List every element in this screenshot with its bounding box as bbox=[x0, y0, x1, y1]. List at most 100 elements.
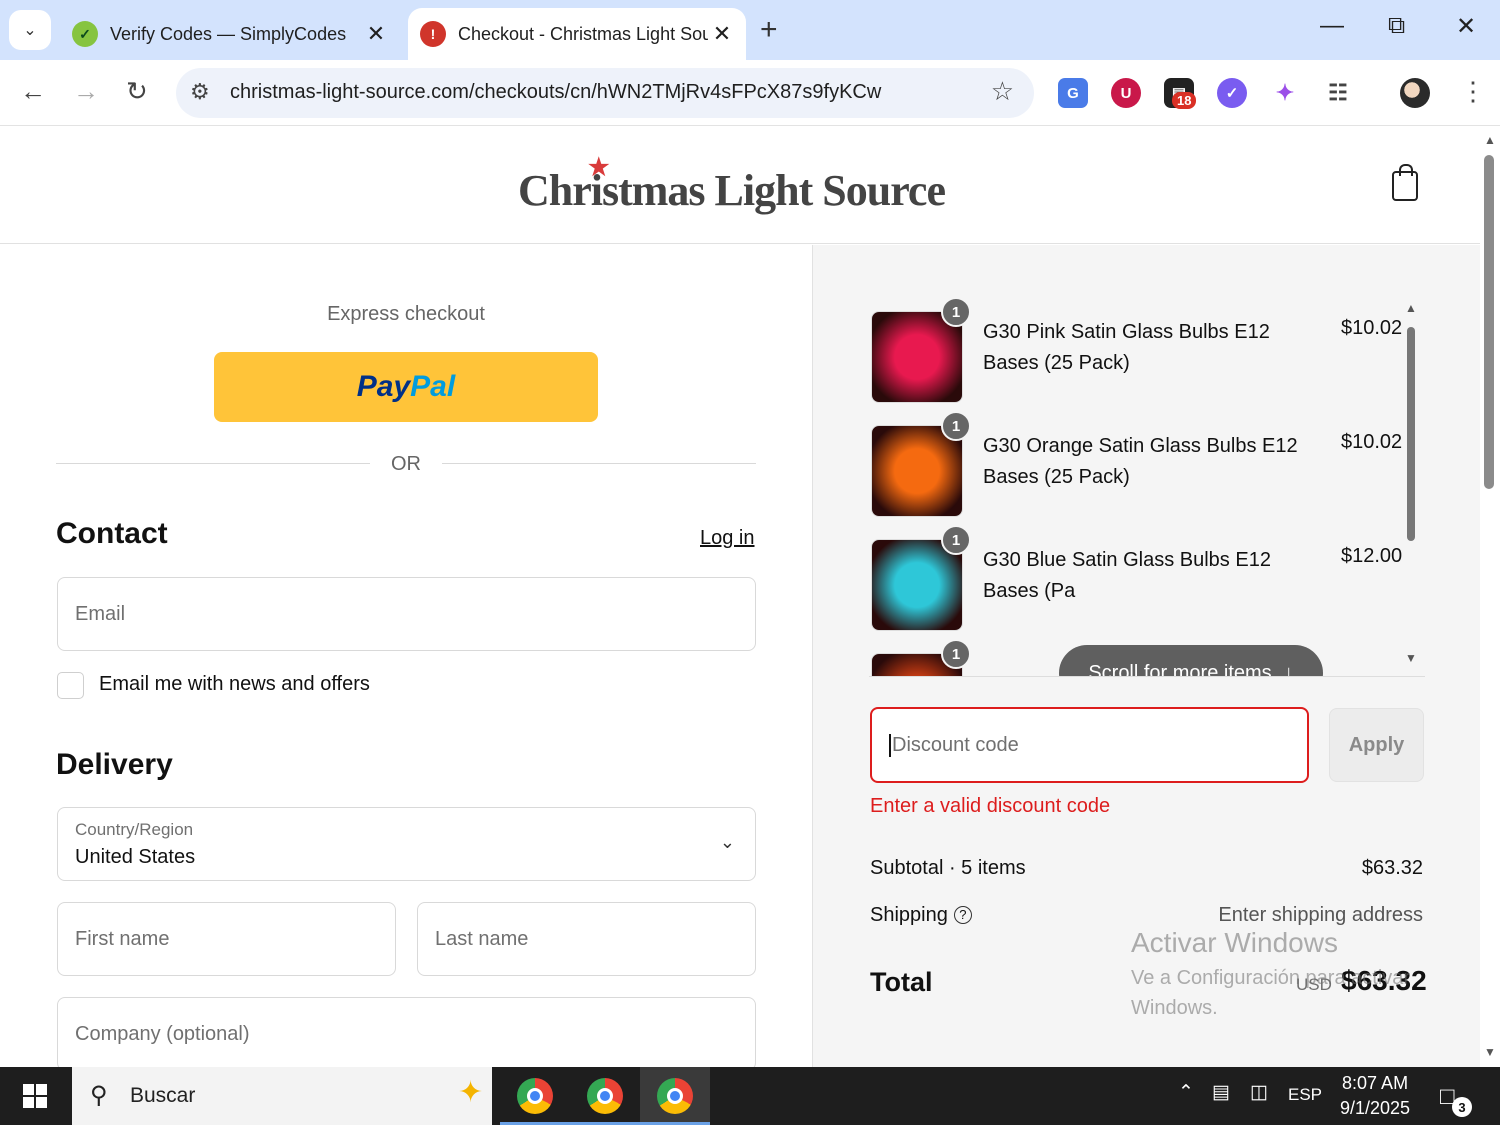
last-name-field[interactable]: Last name bbox=[417, 902, 756, 976]
login-link[interactable]: Log in bbox=[700, 527, 755, 550]
country-value: United States bbox=[75, 846, 196, 868]
simplycodes-icon: ✓ bbox=[72, 21, 98, 47]
or-divider: OR bbox=[56, 453, 756, 475]
language-indicator[interactable]: ESP bbox=[1288, 1085, 1322, 1105]
close-window-button[interactable]: ✕ bbox=[1456, 12, 1476, 41]
url-text: christmas-light-source.com/checkouts/cn/… bbox=[230, 81, 882, 103]
scroll-down-icon[interactable]: ▼ bbox=[1484, 1045, 1496, 1059]
notification-badge: 3 bbox=[1452, 1097, 1472, 1117]
help-circle-icon[interactable]: ? bbox=[953, 905, 972, 924]
items-scrollbar[interactable]: ▲ ▼ bbox=[1405, 301, 1417, 675]
express-checkout-label: Express checkout bbox=[327, 303, 485, 325]
watermark-line-2: Ve a Configuración para activar bbox=[1131, 967, 1411, 989]
checkout-form: Express checkout Pay Pal OR Contact Log i… bbox=[0, 245, 812, 1067]
tab-simplycodes[interactable]: ✓ Verify Codes — SimplyCodes ✕ bbox=[60, 8, 400, 60]
paypal-button[interactable]: Pay Pal bbox=[214, 352, 598, 422]
extensions-puzzle-icon[interactable]: ☷ bbox=[1323, 78, 1353, 108]
close-tab-icon[interactable]: ✕ bbox=[708, 21, 736, 47]
line-item: 1 G30 Blue Satin Glass Bulbs E12 Bases (… bbox=[869, 525, 1409, 631]
logo-text: Christmas Light Source bbox=[518, 166, 946, 215]
or-label: OR bbox=[391, 453, 421, 475]
chevron-up-icon[interactable]: ⌃ bbox=[1178, 1081, 1194, 1104]
product-price: $10.02 bbox=[1341, 317, 1403, 339]
address-bar[interactable]: ⚙ christmas-light-source.com/checkouts/c… bbox=[176, 68, 1034, 118]
taskbar-chrome-active[interactable] bbox=[640, 1067, 710, 1125]
reload-icon[interactable]: ↻ bbox=[126, 76, 148, 107]
windows-activation-watermark: Activar Windows Ve a Configuración para … bbox=[1131, 927, 1410, 1023]
company-placeholder: Company (optional) bbox=[75, 1023, 250, 1045]
site-header: Christmas Light Source ★ bbox=[0, 127, 1480, 244]
chevron-down-icon: ⌄ bbox=[23, 22, 37, 39]
newsletter-checkbox[interactable] bbox=[57, 672, 84, 699]
email-field[interactable]: Email bbox=[57, 577, 756, 651]
feather-extension-icon[interactable]: ✦ bbox=[1270, 78, 1300, 108]
windows-logo-icon bbox=[23, 1084, 47, 1108]
clock[interactable]: 8:07 AM 9/1/2025 bbox=[1340, 1071, 1410, 1121]
scroll-down-icon[interactable]: ▼ bbox=[1405, 651, 1417, 665]
shipping-row: Shipping? bbox=[870, 904, 972, 927]
browser-toolbar: ← → ↻ ⚙ christmas-light-source.com/check… bbox=[0, 60, 1500, 126]
tab-search-dropdown[interactable]: ⌄ bbox=[9, 10, 51, 50]
taskbar-chrome-profile-j[interactable] bbox=[570, 1067, 640, 1125]
paypal-text-b: Pal bbox=[410, 370, 456, 403]
ublock-extension-icon[interactable]: U bbox=[1111, 78, 1141, 108]
newsletter-label[interactable]: Email me with news and offers bbox=[99, 673, 370, 696]
clock-time: 8:07 AM bbox=[1342, 1073, 1409, 1093]
line-item: 1 G30 Orange Satin Glass Bulbs E12 Bases… bbox=[869, 411, 1409, 517]
site-settings-icon[interactable]: ⚙ bbox=[190, 79, 210, 105]
contact-heading: Contact bbox=[56, 517, 168, 550]
translate-extension-icon[interactable]: G bbox=[1058, 78, 1088, 108]
back-arrow-icon[interactable]: ← bbox=[20, 76, 46, 107]
scrollbar-thumb[interactable] bbox=[1407, 327, 1415, 541]
quantity-badge: 1 bbox=[941, 525, 971, 555]
company-field[interactable]: Company (optional) bbox=[57, 997, 756, 1067]
apply-button[interactable]: Apply bbox=[1329, 708, 1424, 782]
delivery-heading: Delivery bbox=[56, 748, 173, 781]
country-label: Country/Region bbox=[75, 820, 194, 839]
tab-checkout[interactable]: ! Checkout - Christmas Light Sou ✕ bbox=[408, 8, 746, 60]
first-name-field[interactable]: First name bbox=[57, 902, 396, 976]
menu-kebab-icon[interactable]: ⋮ bbox=[1460, 76, 1486, 107]
tab-title: Verify Codes — SimplyCodes bbox=[110, 23, 347, 44]
volume-icon[interactable]: ◫ bbox=[1250, 1081, 1268, 1104]
bookmark-star-icon[interactable]: ☆ bbox=[991, 76, 1014, 107]
quantity-badge: 1 bbox=[941, 639, 971, 669]
product-price: $10.02 bbox=[1341, 431, 1403, 453]
tab-title: Checkout - Christmas Light Sou bbox=[458, 23, 708, 44]
scroll-for-more-button[interactable]: Scroll for more items ↓ bbox=[1059, 645, 1323, 677]
order-summary: 1 G30 Pink Satin Glass Bulbs E12 Bases (… bbox=[812, 245, 1480, 1067]
scroll-up-icon[interactable]: ▲ bbox=[1484, 133, 1496, 147]
taskbar-search[interactable]: ⚲ Buscar ✦ bbox=[72, 1067, 492, 1125]
forward-arrow-icon[interactable]: → bbox=[73, 76, 99, 107]
tab-bar: ⌄ ✓ Verify Codes — SimplyCodes ✕ ! Check… bbox=[0, 0, 1500, 60]
scrollbar-thumb[interactable] bbox=[1484, 155, 1494, 489]
site-logo[interactable]: Christmas Light Source ★ bbox=[518, 155, 946, 216]
close-tab-icon[interactable]: ✕ bbox=[362, 21, 390, 47]
scroll-up-icon[interactable]: ▲ bbox=[1405, 301, 1417, 315]
line-items-list[interactable]: 1 G30 Pink Satin Glass Bulbs E12 Bases (… bbox=[869, 297, 1425, 677]
paypal-text-a: Pay bbox=[356, 370, 411, 403]
chevron-down-icon: ⌄ bbox=[719, 832, 735, 852]
start-button[interactable] bbox=[0, 1067, 70, 1125]
watermark-line-3: Windows. bbox=[1131, 997, 1218, 1019]
shipping-value: Enter shipping address bbox=[1218, 904, 1423, 926]
new-tab-button[interactable]: + bbox=[760, 12, 778, 48]
page-scrollbar[interactable]: ▲ ▼ bbox=[1480, 127, 1500, 1067]
profile-avatar[interactable] bbox=[1400, 78, 1430, 108]
watermark-line-1: Activar Windows bbox=[1131, 927, 1338, 958]
shopping-bag-icon[interactable] bbox=[1392, 164, 1418, 201]
discount-code-input[interactable]: Discount code bbox=[870, 707, 1309, 783]
quantity-badge: 1 bbox=[941, 297, 971, 327]
minimize-button[interactable]: — bbox=[1320, 12, 1344, 40]
first-name-placeholder: First name bbox=[75, 928, 170, 950]
arrow-down-icon: ↓ bbox=[1283, 661, 1294, 677]
christmas-light-icon: ! bbox=[420, 21, 446, 47]
search-label: Buscar bbox=[130, 1084, 196, 1107]
simplycodes-extension-icon[interactable]: ✓ bbox=[1217, 78, 1247, 108]
product-name: G30 Orange Satin Glass Bulbs E12 Bases (… bbox=[983, 435, 1298, 488]
country-select[interactable]: Country/Region United States ⌄ bbox=[57, 807, 756, 881]
restore-button[interactable]: ⧉ bbox=[1388, 12, 1405, 40]
extension-badge: 18 bbox=[1172, 92, 1197, 109]
taskbar-chrome-profile-m[interactable] bbox=[500, 1067, 570, 1125]
network-icon[interactable]: ▤ bbox=[1212, 1081, 1230, 1104]
